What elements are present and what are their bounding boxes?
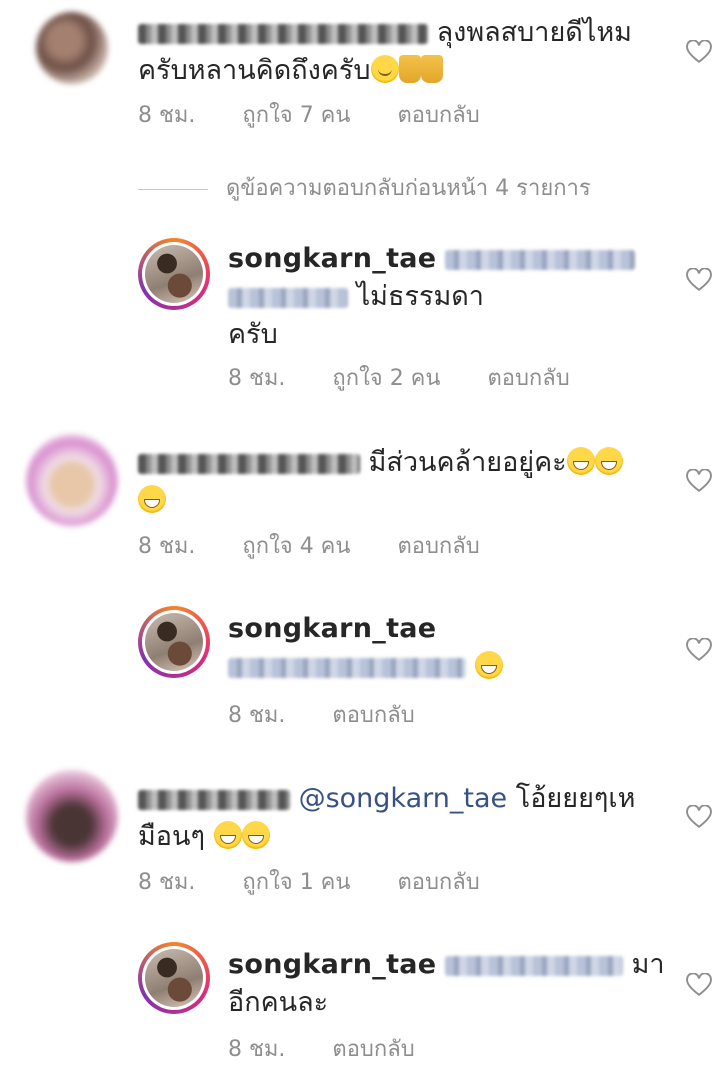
view-previous-replies[interactable]: ดูข้อความตอบกลับก่อนหน้า 4 รายการ [138,170,591,205]
grin-emoji-icon [566,447,595,475]
mention-masked[interactable] [445,955,624,976]
comment-text: songkarn_tae [228,610,503,686]
reply-button[interactable]: ตอบกลับ [487,366,569,391]
pray-emoji-icon [398,55,421,83]
username-masked[interactable] [138,23,428,44]
mention-masked[interactable] [445,249,636,270]
comment-time: 8 ชม. [228,1037,286,1062]
comment-time: 8 ชม. [228,366,286,391]
laughing-emoji-icon [213,821,242,849]
comment-text: @songkarn_tae โอ้ยยยๆเห มือนๆ [138,783,636,852]
comment-text: songkarn_tae มา อีกคนละ [228,949,665,1018]
reply-button[interactable]: ตอบกลับ [397,870,479,895]
avatar[interactable] [26,434,118,526]
comment-text: ลุงพลสบายดีไหม ครับหลานคิดถึงครับ [138,17,632,86]
pray-emoji-icon [420,55,443,83]
laughing-emoji-icon [474,651,503,679]
username-masked[interactable] [138,789,290,810]
comment-meta: 8 ชม. ตอบกลับ [228,1031,455,1066]
heart-icon[interactable] [686,268,712,292]
comment-meta: 8 ชม. ตอบกลับ [228,697,455,732]
mention-masked[interactable] [228,287,348,308]
comment-meta: 8 ชม. ถูกใจ 2 คน ตอบกลับ [228,360,610,395]
comment-time: 8 ชม. [138,534,196,559]
heart-icon[interactable] [686,973,712,997]
avatar[interactable] [26,770,118,862]
comment-time: 8 ชม. [138,103,196,128]
likes-count[interactable]: ถูกใจ 7 คน [242,103,350,128]
username[interactable]: songkarn_tae [228,949,436,980]
comment-time: 8 ชม. [138,870,196,895]
likes-count[interactable]: ถูกใจ 2 คน [332,366,440,391]
heart-icon[interactable] [686,40,712,64]
avatar-songkarn-tae[interactable] [138,606,210,678]
comment-text: มีส่วนคล้ายอยู่คะ [138,444,623,520]
mention-masked[interactable] [228,657,466,678]
smile-emoji-icon [370,55,399,83]
avatar-songkarn-tae[interactable] [138,942,210,1014]
heart-icon[interactable] [686,469,712,493]
grin-emoji-icon [138,485,166,513]
comment-meta: 8 ชม. ถูกใจ 1 คน ตอบกลับ [138,864,520,899]
username-masked[interactable] [138,453,360,474]
avatar[interactable] [36,12,108,84]
reply-button[interactable]: ตอบกลับ [397,534,479,559]
laughing-emoji-icon [241,821,270,849]
heart-icon[interactable] [686,805,712,829]
mention-link[interactable]: @songkarn_tae [299,783,508,814]
reply-button[interactable]: ตอบกลับ [397,103,479,128]
avatar-songkarn-tae[interactable] [138,238,210,310]
reply-button[interactable]: ตอบกลับ [332,1037,414,1062]
heart-icon[interactable] [686,638,712,662]
comment-meta: 8 ชม. ถูกใจ 7 คน ตอบกลับ [138,97,520,132]
comment-text: songkarn_tae ไม่ธรรมดา ครับ [228,240,636,354]
username[interactable]: songkarn_tae [228,243,436,274]
username[interactable]: songkarn_tae [228,613,436,644]
divider-line [138,188,208,190]
comment-time: 8 ชม. [228,703,286,728]
reply-button[interactable]: ตอบกลับ [332,703,414,728]
likes-count[interactable]: ถูกใจ 4 คน [242,534,350,559]
grin-emoji-icon [594,447,623,475]
comment-meta: 8 ชม. ถูกใจ 4 คน ตอบกลับ [138,528,520,563]
likes-count[interactable]: ถูกใจ 1 คน [242,870,350,895]
